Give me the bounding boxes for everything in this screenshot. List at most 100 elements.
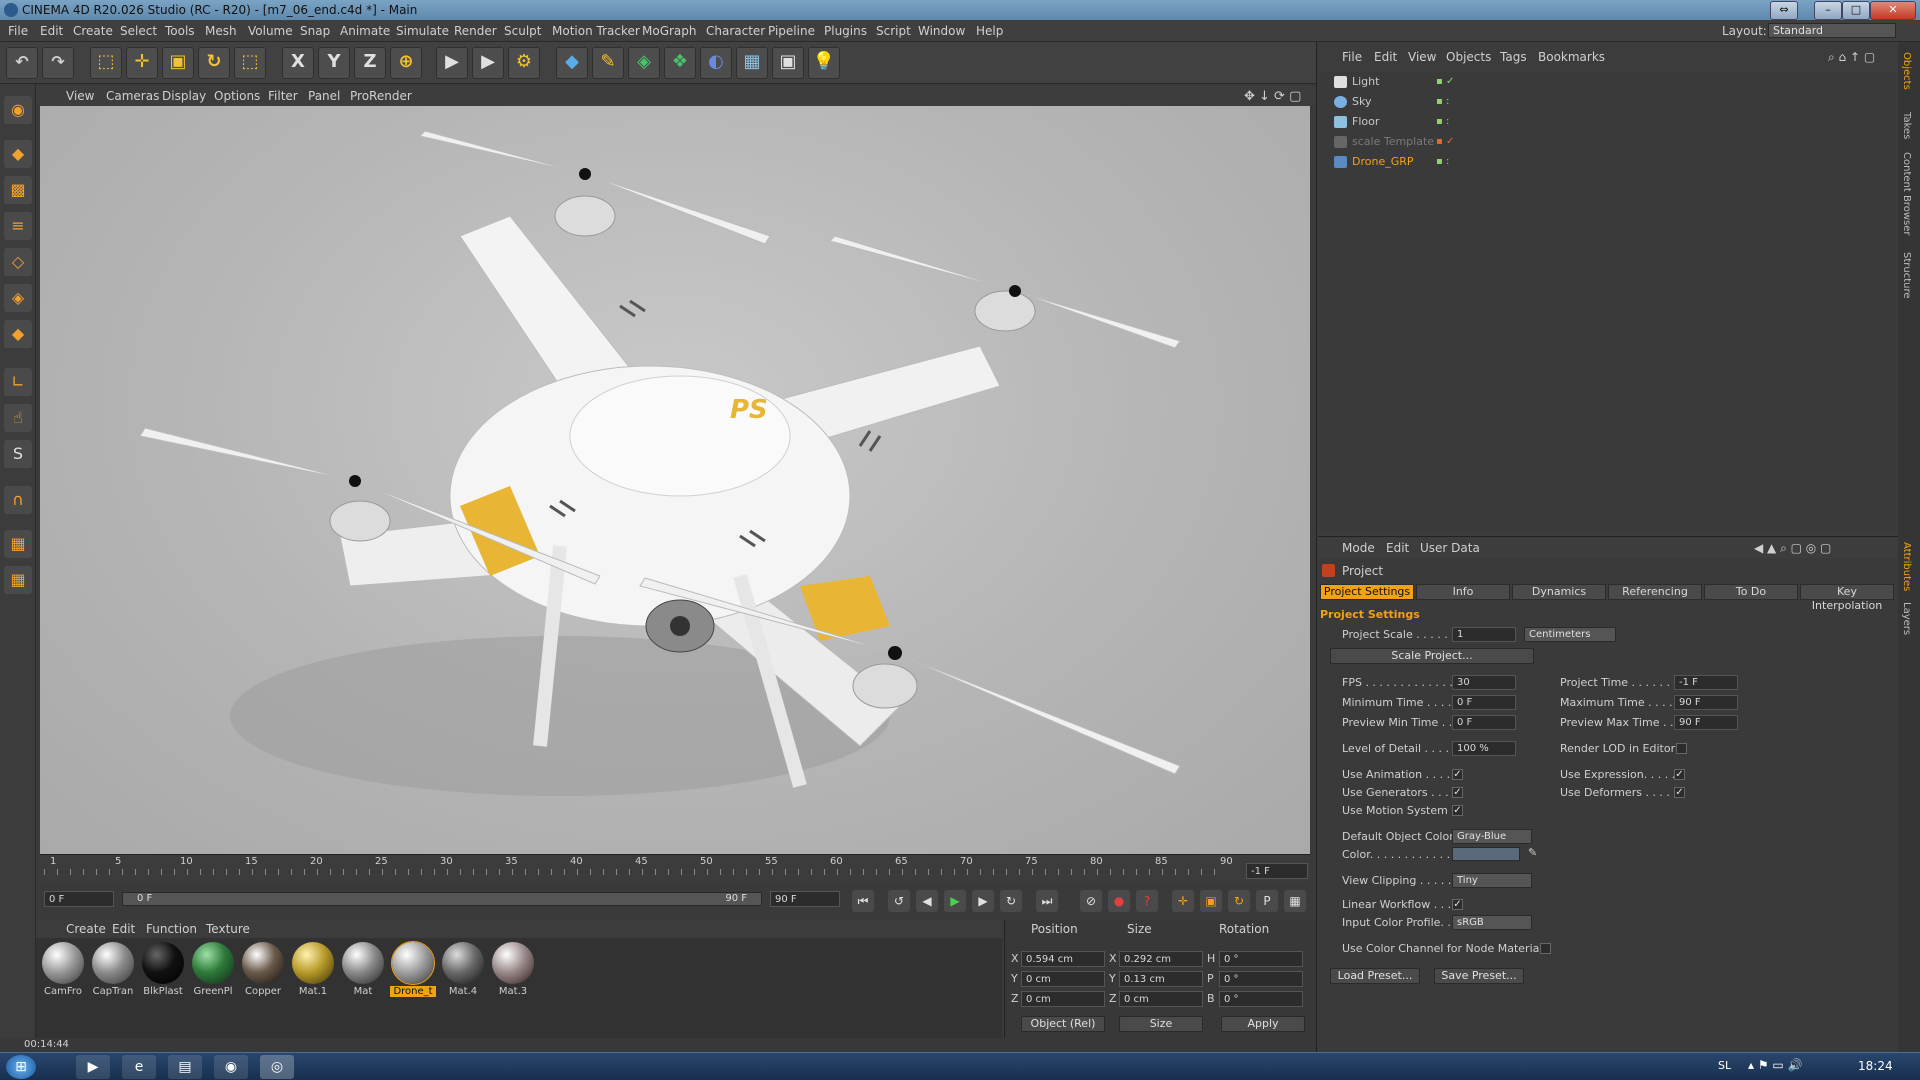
previous-key-icon[interactable]: ↺ (888, 890, 910, 912)
visibility-check-icon[interactable]: ▪ : (1436, 92, 1449, 112)
snapping-icon[interactable]: S (4, 440, 32, 468)
tweak-mode-icon[interactable]: ☝ (4, 404, 32, 432)
save-preset-button[interactable]: Save Preset... (1434, 968, 1524, 984)
current-frame-field[interactable]: -1 F (1246, 863, 1308, 879)
objects-menu-edit[interactable]: Edit (1374, 50, 1397, 64)
autokey-icon[interactable]: ● (1108, 890, 1130, 912)
redo-icon[interactable]: ↷ (42, 47, 74, 79)
menu-file[interactable]: File (8, 24, 28, 38)
menu-script[interactable]: Script (876, 24, 911, 38)
objects-menu-file[interactable]: File (1342, 50, 1362, 64)
timeline-ruler[interactable]: 1 5 10 15 20 25 30 35 40 45 50 55 60 65 … (40, 854, 1310, 882)
object-row-drone-grp[interactable]: Drone_GRP ▪ : (1318, 152, 1896, 172)
render-view-icon[interactable]: ▶ (436, 47, 468, 79)
edges-mode-icon[interactable]: ◈ (4, 284, 32, 312)
size-mode-dropdown[interactable]: Size (1119, 1016, 1203, 1032)
menu-render[interactable]: Render (454, 24, 497, 38)
menu-character[interactable]: Character (706, 24, 765, 38)
texture-mode-icon[interactable]: ▩ (4, 176, 32, 204)
object-row-scale-template[interactable]: scale Template ▪ ✓ (1318, 132, 1896, 152)
attr-menu-user-data[interactable]: User Data (1420, 541, 1480, 555)
use-expression-checkbox[interactable]: ✓ (1674, 769, 1685, 780)
play-icon[interactable]: ▶ (944, 890, 966, 912)
objects-search-icon[interactable]: ⌕ ⌂ ↑ ▢ (1828, 50, 1875, 65)
min-time-field[interactable]: 0 F (1452, 695, 1516, 710)
project-time-field[interactable]: -1 F (1674, 675, 1738, 690)
object-row-floor[interactable]: Floor ▪ : (1318, 112, 1896, 132)
render-picture-viewer-icon[interactable]: ▶ (472, 47, 504, 79)
load-preset-button[interactable]: Load Preset... (1330, 968, 1420, 984)
max-time-field[interactable]: 90 F (1674, 695, 1738, 710)
visibility-check-icon[interactable]: ▪ : (1436, 152, 1449, 172)
side-tab-content-browser[interactable]: Content Browser (1901, 152, 1912, 235)
viewport-menu-panel[interactable]: Panel (308, 89, 340, 103)
menu-mesh[interactable]: Mesh (205, 24, 237, 38)
viewport-menu-cameras[interactable]: Cameras (106, 89, 159, 103)
internet-explorer-icon[interactable]: e (122, 1055, 156, 1079)
objects-menu-objects[interactable]: Objects (1446, 50, 1491, 64)
tab-key-interpolation[interactable]: Key Interpolation (1800, 584, 1894, 612)
polygons-mode-icon[interactable]: ◆ (4, 320, 32, 348)
key-rotation-icon[interactable]: ↻ (1228, 890, 1250, 912)
side-tab-takes[interactable]: Takes (1901, 112, 1912, 139)
restore-small-button[interactable]: ⇔ (1770, 1, 1798, 20)
apply-button[interactable]: Apply (1221, 1016, 1305, 1032)
z-axis-lock-button[interactable]: Z (354, 47, 386, 79)
attr-menu-edit[interactable]: Edit (1386, 541, 1409, 555)
key-parameter-icon[interactable]: P (1256, 890, 1278, 912)
tab-project-settings[interactable]: Project Settings (1320, 584, 1414, 600)
side-tab-layers[interactable]: Layers (1901, 602, 1912, 635)
material-menu-texture[interactable]: Texture (206, 922, 250, 936)
attr-menu-mode[interactable]: Mode (1342, 541, 1375, 555)
make-editable-icon[interactable]: ◉ (4, 96, 32, 124)
side-tab-structure[interactable]: Structure (1901, 252, 1912, 299)
tab-dynamics[interactable]: Dynamics (1512, 584, 1606, 600)
minimize-button[interactable]: – (1814, 1, 1842, 20)
visibility-check-icon[interactable]: ▪ ✓ (1436, 72, 1454, 92)
preview-range-slider[interactable]: 0 F 90 F (122, 892, 762, 906)
material-item[interactable]: Mat.3 (490, 942, 536, 1002)
use-generators-checkbox[interactable]: ✓ (1452, 787, 1463, 798)
use-deformers-checkbox[interactable]: ✓ (1674, 787, 1685, 798)
viewport-menu-view[interactable]: View (66, 89, 94, 103)
render-settings-icon[interactable]: ⚙ (508, 47, 540, 79)
side-tab-attributes[interactable]: Attributes (1901, 542, 1912, 591)
rot-p-field[interactable]: 0 ° (1219, 971, 1303, 987)
maximize-button[interactable]: □ (1842, 1, 1870, 20)
menu-snap[interactable]: Snap (300, 24, 330, 38)
objects-menu-bookmarks[interactable]: Bookmarks (1538, 50, 1605, 64)
visibility-check-icon[interactable]: ▪ : (1436, 112, 1449, 132)
preview-min-field[interactable]: 0 F (1452, 715, 1516, 730)
menu-mograph[interactable]: MoGraph (642, 24, 697, 38)
menu-animate[interactable]: Animate (340, 24, 390, 38)
coordinate-mode-dropdown[interactable]: Object (Rel) (1021, 1016, 1105, 1032)
material-item[interactable]: CamFro (40, 942, 86, 1002)
menu-create[interactable]: Create (73, 24, 113, 38)
tab-info[interactable]: Info (1416, 584, 1510, 600)
cube-primitive-icon[interactable]: ◆ (556, 47, 588, 79)
x-axis-lock-button[interactable]: X (282, 47, 314, 79)
size-z-field[interactable]: 0 cm (1119, 991, 1203, 1007)
cloner-icon[interactable]: ❖ (664, 47, 696, 79)
workplane-mode-icon[interactable]: ≡ (4, 212, 32, 240)
lod-field[interactable]: 100 % (1452, 741, 1516, 756)
side-tab-objects[interactable]: Objects (1901, 52, 1912, 90)
menu-motion-tracker[interactable]: Motion Tracker (552, 24, 640, 38)
tab-to-do[interactable]: To Do (1704, 584, 1798, 600)
material-item[interactable]: Drone_t (390, 941, 436, 1002)
points-mode-icon[interactable]: ◇ (4, 248, 32, 276)
menu-help[interactable]: Help (976, 24, 1003, 38)
move-icon[interactable]: ✛ (126, 47, 158, 79)
project-scale-unit-dropdown[interactable]: Centimeters (1524, 627, 1616, 642)
default-color-dropdown[interactable]: Gray-Blue (1452, 829, 1532, 844)
rotate-icon[interactable]: ↻ (198, 47, 230, 79)
menu-tools[interactable]: Tools (165, 24, 195, 38)
magnet-icon[interactable]: ∩ (4, 486, 32, 514)
undo-icon[interactable]: ↶ (6, 47, 38, 79)
pos-z-field[interactable]: 0 cm (1021, 991, 1105, 1007)
material-item[interactable]: Mat (340, 942, 386, 1002)
start-frame-field[interactable]: 0 F (44, 891, 114, 907)
media-player-icon[interactable]: ▶ (76, 1055, 110, 1079)
material-item[interactable]: BlkPlast (140, 942, 186, 1002)
live-select-icon[interactable]: ⬚ (90, 47, 122, 79)
